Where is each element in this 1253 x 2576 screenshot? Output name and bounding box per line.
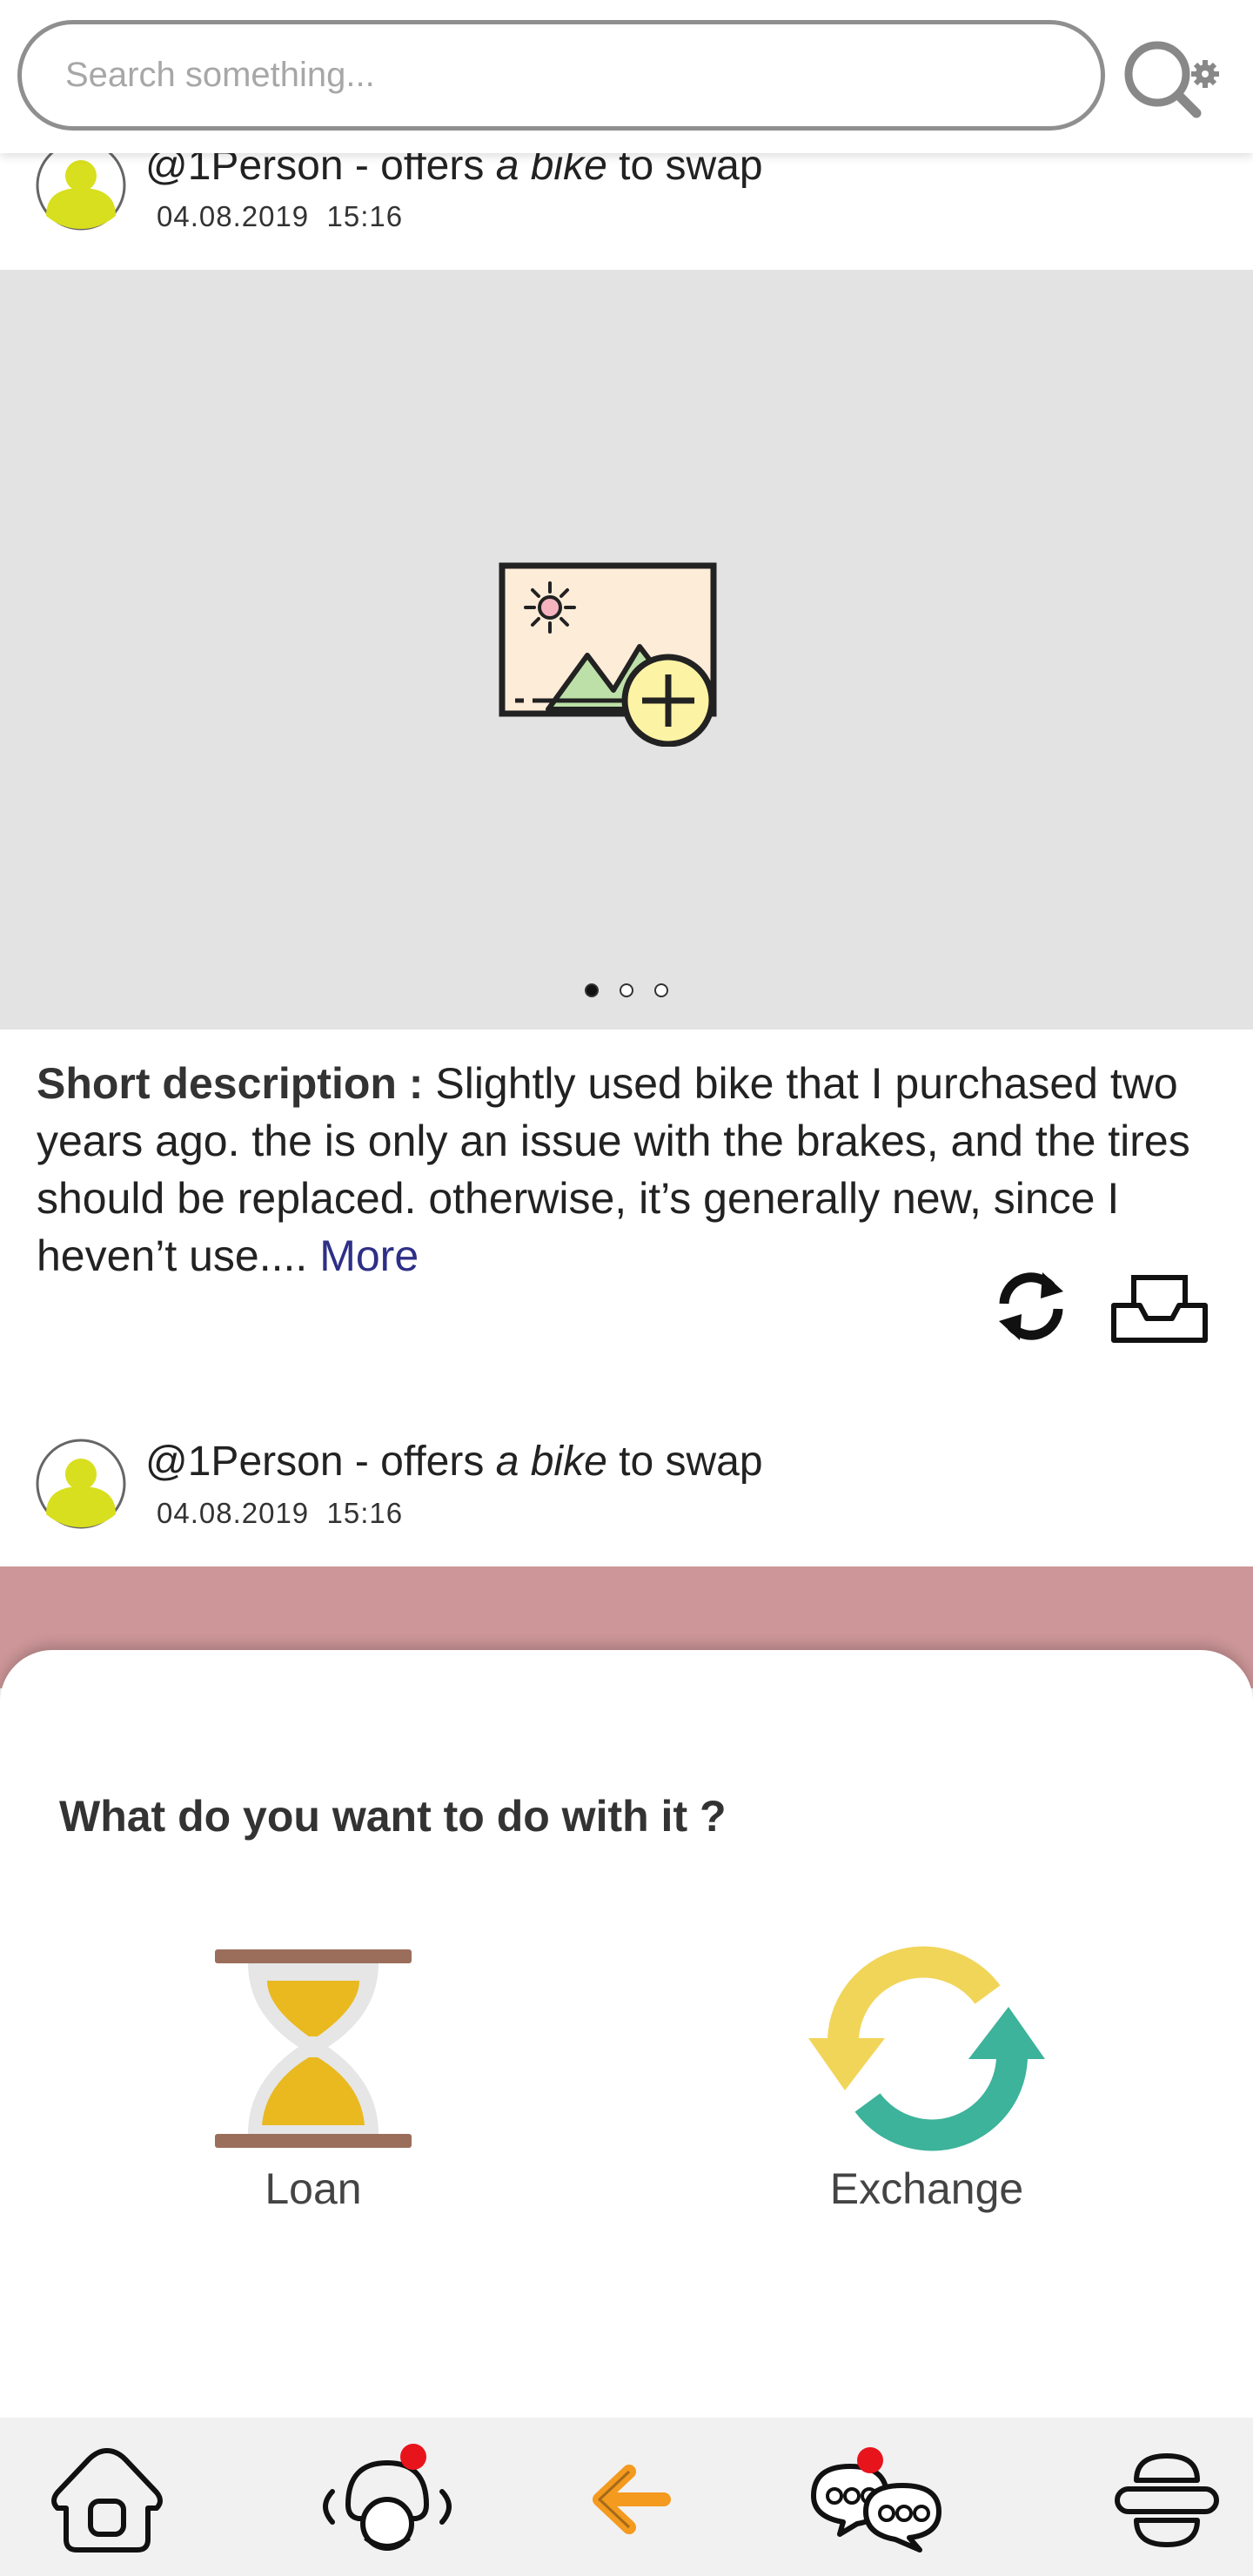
avatar[interactable] — [35, 1438, 127, 1530]
add-image-icon[interactable] — [496, 560, 727, 747]
loan-option[interactable]: Loan — [174, 1944, 452, 2214]
carousel-dots — [0, 983, 1253, 997]
post-date: 04.08.2019 — [157, 1497, 310, 1529]
user-avatar-icon — [36, 1439, 126, 1529]
loan-label: Loan — [265, 2164, 362, 2213]
bottom-navigation — [0, 2418, 1253, 2576]
exchange-label: Exchange — [829, 2164, 1024, 2213]
post-timestamp: 04.08.2019 15:16 — [157, 200, 403, 233]
exchange-arrows-icon — [808, 1946, 1045, 2151]
post-user[interactable]: @1Person — [145, 1439, 344, 1485]
action-bottom-sheet: What do you want to do with it ? Loan Ex… — [0, 1650, 1253, 2418]
menu-icon[interactable] — [1112, 2444, 1222, 2557]
post-title[interactable]: @1Person - offers a bike to swap — [145, 1438, 763, 1486]
search-input[interactable]: Search something... — [17, 20, 1105, 131]
chat-button[interactable] — [805, 2444, 953, 2557]
description-label: Short description : — [37, 1059, 424, 1108]
search-settings-icon[interactable] — [1118, 35, 1236, 131]
inbox-icon[interactable] — [1109, 1271, 1209, 1345]
hourglass-icon — [215, 1949, 412, 2148]
sheet-question: What do you want to do with it ? — [59, 1792, 727, 1841]
community-button[interactable] — [313, 2444, 461, 2557]
carousel-dot-active[interactable] — [585, 983, 599, 997]
post-date: 04.08.2019 — [157, 200, 310, 232]
post-offers-text: - offers — [343, 1439, 496, 1485]
carousel-dot[interactable] — [654, 983, 668, 997]
post-time: 15:16 — [326, 1497, 404, 1529]
post-item: a bike — [495, 1439, 607, 1485]
post-timestamp: 04.08.2019 15:16 — [157, 1497, 403, 1530]
more-link[interactable]: More — [319, 1231, 419, 1280]
search-bar: Search something... — [0, 0, 1253, 153]
notification-badge — [857, 2447, 883, 2473]
post-suffix: to swap — [606, 1439, 763, 1485]
exchange-option[interactable]: Exchange — [783, 1944, 1070, 2214]
carousel-dot[interactable] — [620, 983, 633, 997]
post-time: 15:16 — [326, 200, 404, 232]
post-description: Short description : Slightly used bike t… — [37, 1055, 1229, 1285]
back-arrow-icon[interactable] — [587, 2444, 674, 2557]
community-icon — [323, 2459, 452, 2551]
swap-sync-icon[interactable] — [992, 1267, 1070, 1345]
home-icon[interactable] — [42, 2444, 172, 2557]
post-image-carousel[interactable] — [0, 270, 1253, 1030]
notification-badge — [400, 2444, 426, 2470]
